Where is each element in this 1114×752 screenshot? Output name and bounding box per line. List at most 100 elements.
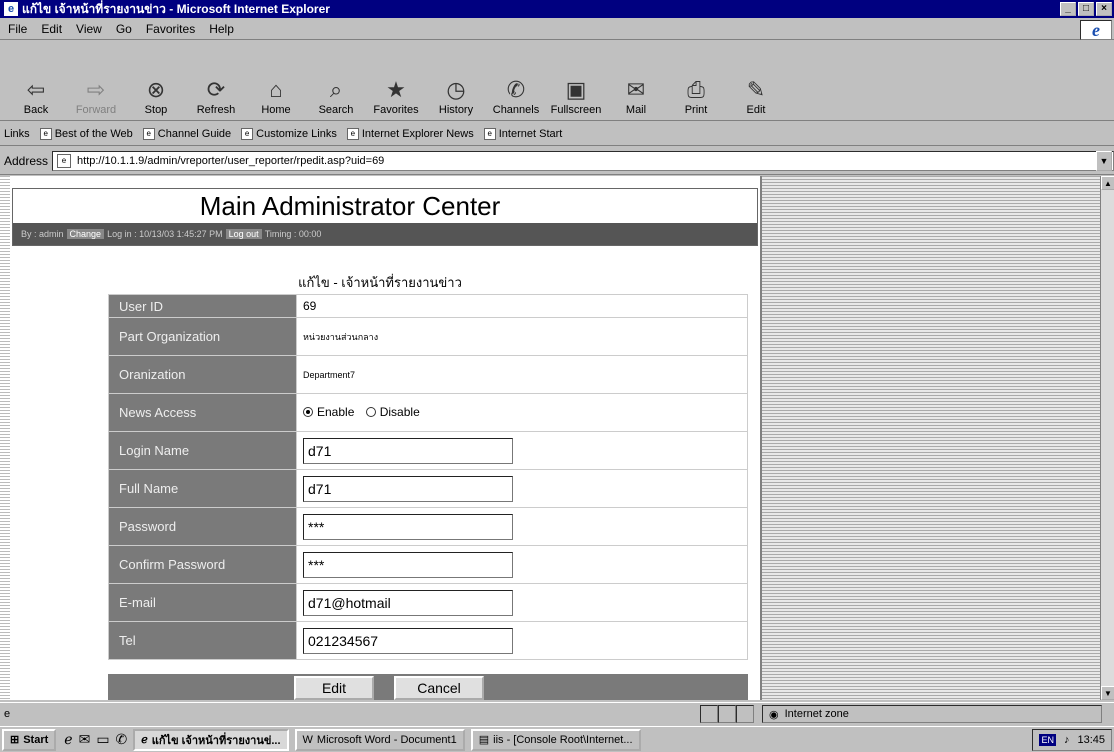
mail-button[interactable]: ✉ Mail <box>606 76 666 116</box>
email-input[interactable]: d71@hotmail <box>303 589 513 616</box>
enable-radio[interactable]: Enable <box>303 405 354 419</box>
disable-radio[interactable]: Disable <box>365 405 420 419</box>
back-button[interactable]: ⇦ Back <box>6 76 66 116</box>
fullscreen-button[interactable]: ▣ Fullscreen <box>546 76 606 116</box>
banner-title: Main Administrator Center <box>13 189 757 223</box>
logout-link[interactable]: Log out <box>225 229 262 239</box>
channels-button[interactable]: ✆ Channels <box>486 76 546 116</box>
stop-icon: ⊗ <box>146 77 166 102</box>
full-name-input[interactable]: d71 <box>303 475 513 502</box>
print-icon: ⎙ <box>687 77 705 102</box>
email-label: E-mail <box>108 583 297 622</box>
address-url: http://10.1.1.9/admin/vreporter/user_rep… <box>77 154 385 167</box>
tel-label: Tel <box>108 621 297 660</box>
page-icon: e <box>483 127 496 140</box>
channels-label: Channels <box>492 104 540 116</box>
login-name-label: Login Name <box>108 431 297 470</box>
menu-bar: File Edit View Go Favorites Help <box>0 18 1114 40</box>
internet-zone: ◉ Internet zone <box>762 705 1102 723</box>
by-user: By : admin <box>21 229 64 239</box>
page-icon: e <box>39 127 52 140</box>
user-id-value: 69 <box>296 294 748 318</box>
favorites-button[interactable]: ★ Favorites <box>366 76 426 116</box>
refresh-label: Refresh <box>196 104 236 116</box>
link-ie-news[interactable]: e Internet Explorer News <box>346 127 474 140</box>
menu-view[interactable]: View <box>76 22 102 36</box>
toolbar: ⇦ Back ⇨ Forward ⊗ Stop ⟳ Refresh ⌂ Home ⌕ Search ★ F… <box>0 41 1114 121</box>
edit-label: Edit <box>746 104 766 116</box>
channels-icon: ✆ <box>506 77 526 102</box>
home-icon: ⌂ <box>269 77 283 102</box>
status-cell <box>736 705 754 723</box>
change-link[interactable]: Change <box>66 229 105 239</box>
page-icon: e <box>241 127 254 140</box>
taskbar: ⊞ Start ℯ ✉ ▭ ✆ ℯ แก้ไข เจ้าหน้าที่รายงาน… <box>0 726 1114 752</box>
menu-favorites[interactable]: Favorites <box>146 22 195 36</box>
task-iis[interactable]: ▤ iis - [Console Root\Internet... <box>470 728 641 751</box>
row-tel: Tel 021234567 <box>108 621 748 660</box>
channels-quicklaunch-icon[interactable]: ✆ <box>116 731 128 748</box>
menu-file[interactable]: File <box>8 22 27 36</box>
confirm-password-label: Confirm Password <box>108 545 297 584</box>
desktop-quicklaunch-icon[interactable]: ▭ <box>96 731 109 748</box>
menu-help[interactable]: Help <box>209 22 234 36</box>
edit-button[interactable]: Edit <box>294 676 374 700</box>
link-best-of-web[interactable]: e Best of the Web <box>39 127 133 140</box>
menu-go[interactable]: Go <box>116 22 132 36</box>
mail-label: Mail <box>625 104 647 116</box>
password-label: Password <box>108 507 297 546</box>
address-dropdown-icon[interactable]: ▼ <box>1096 151 1112 171</box>
fullscreen-label: Fullscreen <box>550 104 602 116</box>
scroll-up-icon[interactable]: ▲ <box>1101 176 1114 190</box>
edit-form: User ID 69 Part Organization หน่วยงานส่ว… <box>108 294 748 660</box>
outlook-quicklaunch-icon[interactable]: ✉ <box>79 731 91 748</box>
vertical-scrollbar[interactable]: ▲ ▼ <box>1100 176 1114 700</box>
print-label: Print <box>684 104 708 116</box>
part-org-value: หน่วยงานส่วนกลาง <box>296 317 748 356</box>
close-button[interactable]: × <box>1096 2 1112 16</box>
link-channel-guide[interactable]: e Channel Guide <box>142 127 231 140</box>
right-frame <box>760 176 1100 700</box>
password-input[interactable]: *** <box>303 513 513 540</box>
refresh-button[interactable]: ⟳ Refresh <box>186 76 246 116</box>
organization-label: Oranization <box>108 355 297 394</box>
confirm-password-input[interactable]: *** <box>303 551 513 578</box>
search-button[interactable]: ⌕ Search <box>306 76 366 116</box>
status-page-icon: e <box>4 707 11 720</box>
maximize-button[interactable]: □ <box>1078 2 1094 16</box>
cancel-button[interactable]: Cancel <box>394 676 484 700</box>
links-bar: Links e Best of the Web e Channel Guide eC… <box>0 122 1114 146</box>
page-icon: e <box>142 127 155 140</box>
login-name-input[interactable]: d71 <box>303 437 513 464</box>
menu-edit[interactable]: Edit <box>41 22 62 36</box>
address-input[interactable]: e http://10.1.1.9/admin/vreporter/user_r… <box>52 150 1114 171</box>
window-titlebar: e แก้ไข เจ้าหน้าที่รายงานข่าว - Microsof… <box>0 0 1114 18</box>
system-tray: EN ♪ 13:45 <box>1032 729 1112 751</box>
page-icon: e <box>346 127 359 140</box>
quick-launch: ℯ ✉ ▭ ✆ <box>64 731 127 748</box>
task-word[interactable]: W Microsoft Word - Document1 <box>294 728 465 751</box>
forward-arrow-icon: ⇨ <box>86 77 106 102</box>
address-bar: Address e http://10.1.1.9/admin/vreporte… <box>0 147 1114 175</box>
part-org-label: Part Organization <box>108 317 297 356</box>
link-customize-links[interactable]: e Customize Links <box>241 127 337 140</box>
start-button[interactable]: ⊞ Start <box>2 728 57 751</box>
home-button[interactable]: ⌂ Home <box>246 76 306 116</box>
row-organization: Oranization Department7 <box>108 355 748 394</box>
back-arrow-icon: ⇦ <box>26 77 46 102</box>
scroll-down-icon[interactable]: ▼ <box>1101 686 1114 700</box>
tel-input[interactable]: 021234567 <box>303 627 513 654</box>
stop-button[interactable]: ⊗ Stop <box>126 76 186 116</box>
login-time: Log in : 10/13/03 1:45:27 PM <box>107 229 223 239</box>
edit-button[interactable]: ✎ Edit <box>726 76 786 116</box>
print-button[interactable]: ⎙ Print <box>666 76 726 116</box>
task-ie[interactable]: ℯ แก้ไข เจ้าหน้าที่รายงานข่... <box>133 728 289 751</box>
minimize-button[interactable]: _ <box>1060 2 1076 16</box>
links-label: Links <box>4 127 30 140</box>
volume-icon[interactable]: ♪ <box>1064 734 1070 746</box>
history-button[interactable]: ◷ History <box>426 76 486 116</box>
language-indicator[interactable]: EN <box>1039 734 1056 746</box>
forward-button[interactable]: ⇨ Forward <box>66 76 126 116</box>
link-internet-start[interactable]: e Internet Start <box>483 127 562 140</box>
ie-quicklaunch-icon[interactable]: ℯ <box>64 731 72 748</box>
